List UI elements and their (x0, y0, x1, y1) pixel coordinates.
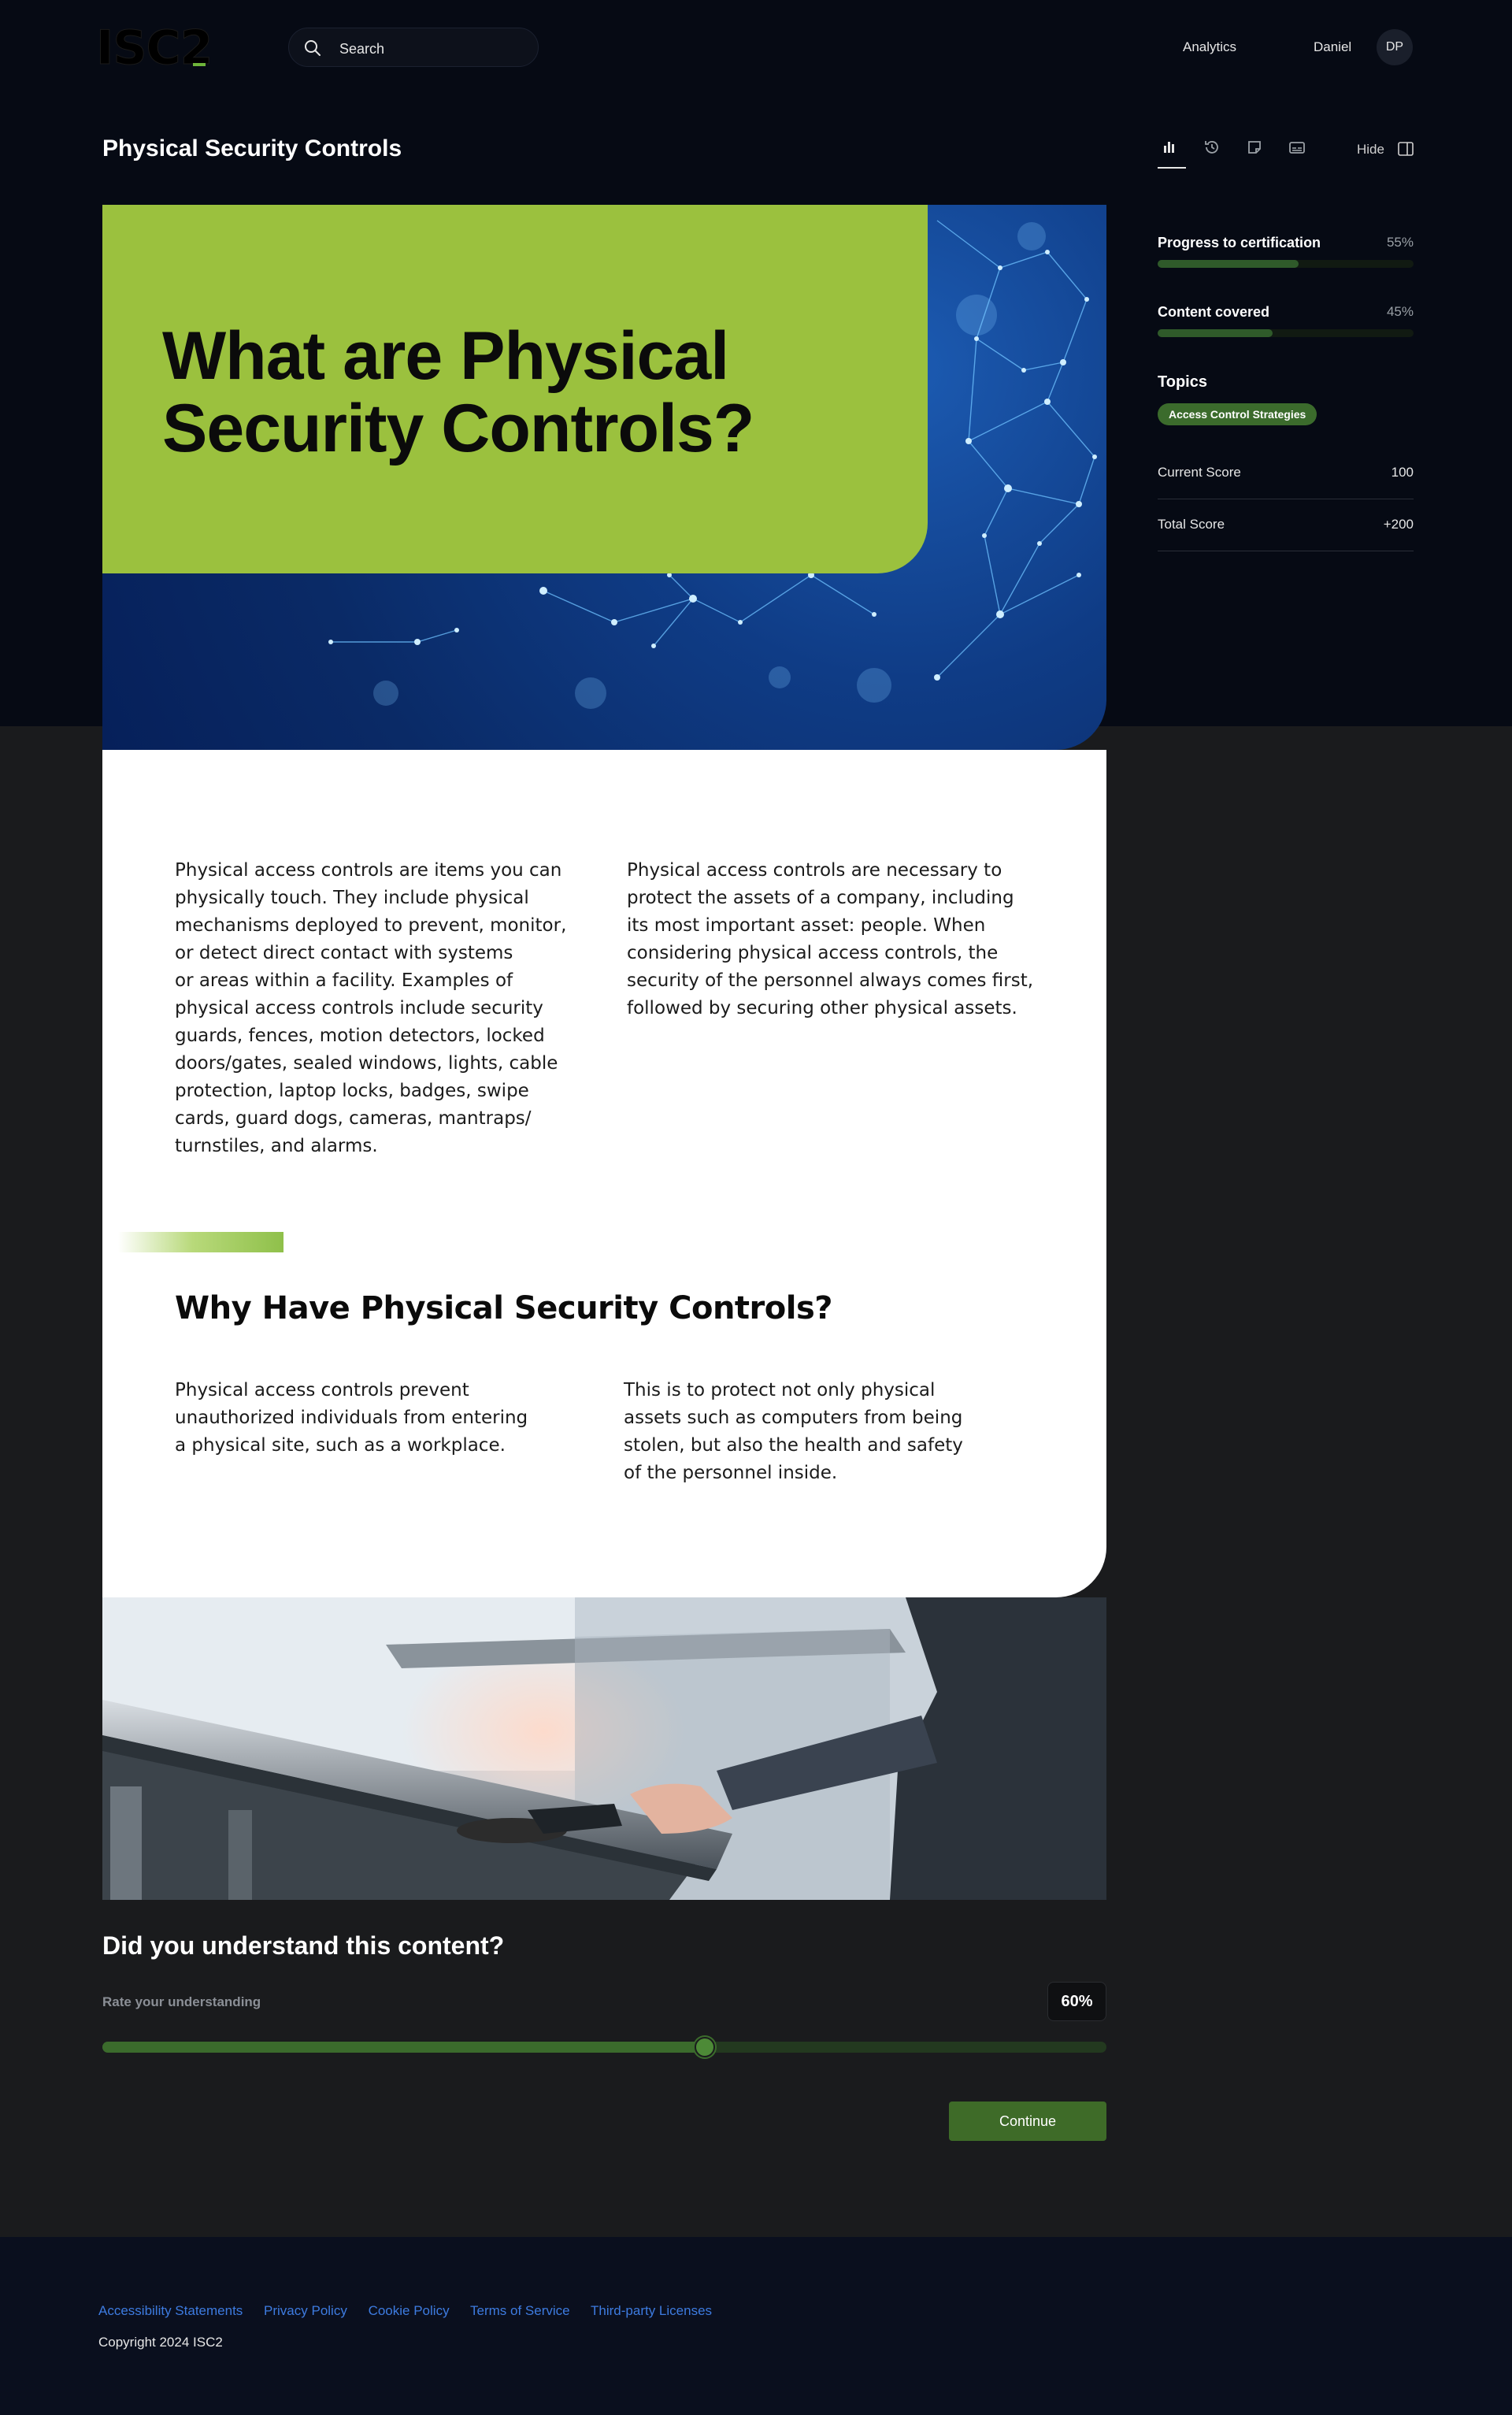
rate-label: Rate your understanding (102, 1994, 261, 2009)
footer-link-licenses[interactable]: Third-party Licenses (591, 2303, 712, 2318)
search-placeholder[interactable]: Search (339, 41, 384, 58)
logo-accent (193, 63, 206, 66)
captions-icon[interactable] (1285, 135, 1309, 164)
progress-certification: Progress to certification 55% (1158, 235, 1414, 274)
copyright: Copyright 2024 ISC2 (98, 2335, 223, 2350)
hero-title-panel: What are Physical Security Controls? (102, 205, 928, 573)
nav-analytics[interactable]: Analytics (1183, 39, 1236, 55)
footer-link-accessibility[interactable]: Accessibility Statements (98, 2303, 243, 2318)
footer-link-terms[interactable]: Terms of Service (470, 2303, 570, 2318)
footer-link-cookie[interactable]: Cookie Policy (369, 2303, 450, 2318)
total-score-label: Total Score (1158, 517, 1225, 532)
turnstile-photo (102, 1597, 1106, 1900)
slider-thumb[interactable] (695, 2037, 715, 2057)
content-value: 45% (1386, 304, 1414, 319)
search-box[interactable]: Search (288, 28, 539, 67)
progress-value: 55% (1386, 235, 1414, 250)
progress-label: Progress to certification (1158, 235, 1321, 250)
hero-banner: What are Physical Security Controls? (102, 205, 1106, 750)
understanding-question: Did you understand this content? (102, 1931, 505, 1960)
paragraph-1: Physical access controls are items you c… (175, 860, 567, 1156)
avatar[interactable]: DP (1377, 29, 1413, 65)
topics-label: Topics (1158, 373, 1207, 391)
paragraph-3: Physical access controls prevent unautho… (175, 1380, 528, 1456)
note-icon[interactable] (1243, 135, 1266, 164)
understanding-slider[interactable] (102, 2037, 1106, 2057)
content-label: Content covered (1158, 304, 1270, 320)
slider-fill (102, 2042, 705, 2053)
continue-button[interactable]: Continue (949, 2102, 1106, 2141)
paragraph-4: This is to protect not only physical ass… (624, 1380, 963, 1483)
isc2-logo[interactable]: ISC2 (95, 20, 213, 76)
turnstile-illustration (102, 1597, 1106, 1900)
rating-value: 60% (1047, 1982, 1106, 2021)
progress-bar-fill (1158, 260, 1299, 268)
user-name[interactable]: Daniel (1314, 39, 1351, 55)
section-accent-bar (118, 1232, 284, 1252)
article-body: Physical access controls are items you c… (102, 750, 1106, 1597)
content-bar-fill (1158, 329, 1273, 337)
current-score-label: Current Score (1158, 465, 1241, 480)
progress-bar (1158, 260, 1414, 268)
total-score-value: +200 (1383, 517, 1414, 532)
page-title: Physical Security Controls (102, 135, 402, 161)
hide-panel-button[interactable]: Hide (1357, 142, 1384, 158)
footer-link-privacy[interactable]: Privacy Policy (264, 2303, 347, 2318)
topic-tag[interactable]: Access Control Strategies (1158, 403, 1317, 425)
current-score-value: 100 (1391, 465, 1414, 480)
footer-links: Accessibility Statements Privacy Policy … (98, 2303, 729, 2319)
search-icon (305, 40, 321, 56)
hero-title: What are Physical Security Controls? (162, 320, 754, 465)
content-covered: Content covered 45% (1158, 304, 1414, 343)
panel-toggle-icon[interactable] (1397, 140, 1414, 158)
history-icon[interactable] (1200, 135, 1224, 164)
total-score-row: Total Score +200 (1158, 499, 1414, 551)
hero-title-line2: Security Controls? (162, 391, 754, 466)
footer (0, 2237, 1512, 2415)
paragraph-2: Physical access controls are necessary t… (627, 860, 1034, 1018)
bar-chart-icon[interactable] (1158, 135, 1186, 169)
current-score-row: Current Score 100 (1158, 447, 1414, 499)
content-bar (1158, 329, 1414, 337)
section-heading: Why Have Physical Security Controls? (175, 1290, 832, 1326)
hero-title-line1: What are Physical (162, 318, 729, 394)
